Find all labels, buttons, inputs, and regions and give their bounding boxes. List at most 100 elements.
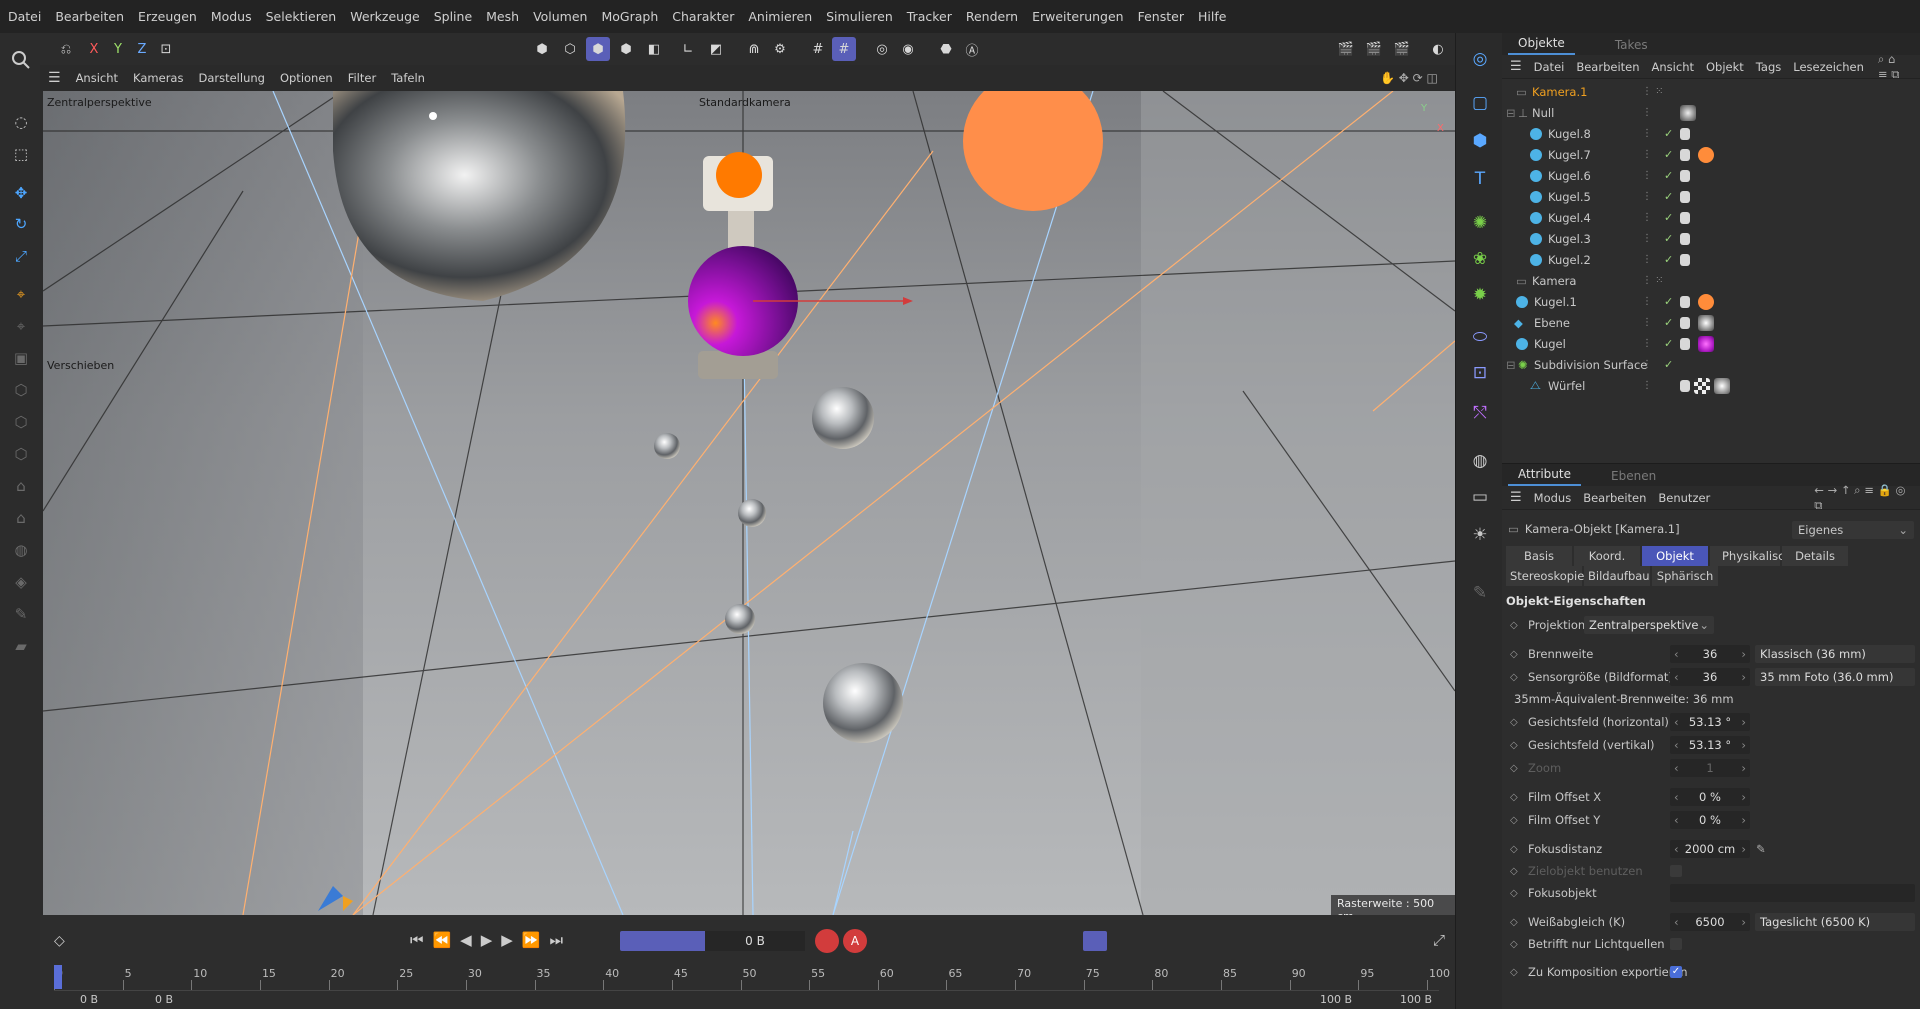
tab-takes[interactable]: Takes xyxy=(1605,35,1658,55)
object-row-kugel4[interactable]: Kugel.4 ⋮ ✓ xyxy=(1502,207,1920,228)
render-picture-viewer-icon[interactable]: 🎬 xyxy=(1362,37,1386,61)
points-mode-button[interactable]: ⬢ xyxy=(530,37,554,61)
fov-horizontal-field[interactable]: 53.13 ° xyxy=(1670,713,1750,731)
object-row-subdivision-surface[interactable]: ⊟ ✺ Subdivision Surface ⋮ ✓ xyxy=(1502,354,1920,375)
texture-tag[interactable] xyxy=(1680,316,1690,329)
viewport-menu-darstellung[interactable]: Darstellung xyxy=(198,71,264,85)
objects-toolbar-icons[interactable]: ⌕ ⌂ ≡ ⧉ xyxy=(1878,52,1908,82)
texture-tag[interactable] xyxy=(1680,379,1690,392)
texture-tag[interactable] xyxy=(1680,337,1690,350)
texture-tag[interactable] xyxy=(1680,232,1690,245)
render-view-icon[interactable]: 🎬 xyxy=(1334,37,1358,61)
autokey-button[interactable]: A xyxy=(843,929,867,953)
object-row-ebene[interactable]: ◆ Ebene ⋮ ✓ xyxy=(1502,312,1920,333)
fov-vertical-field[interactable]: 53.13 ° xyxy=(1670,736,1750,754)
move-tool-icon[interactable]: ✥ xyxy=(8,180,34,206)
search-icon[interactable] xyxy=(8,47,34,73)
eyedropper-icon[interactable]: ✎ xyxy=(1756,842,1766,856)
workplane-icon[interactable]: ◍ xyxy=(8,537,34,563)
texture-tag[interactable] xyxy=(1680,253,1690,266)
keyframe-diamond-icon[interactable]: ◇ xyxy=(1510,917,1518,928)
checker-tag[interactable] xyxy=(1694,377,1710,394)
tab-details[interactable]: Details xyxy=(1782,546,1848,566)
texture-tag[interactable] xyxy=(1680,295,1690,308)
rotate-tool-icon[interactable]: ↻ xyxy=(8,211,34,237)
objects-menu-lesezeichen[interactable]: Lesezeichen xyxy=(1793,60,1864,74)
attributes-menu-bearbeiten[interactable]: Bearbeiten xyxy=(1583,491,1646,505)
object-row-kugel3[interactable]: Kugel.3 ⋮ ✓ xyxy=(1502,228,1920,249)
end-frame-2-field[interactable]: 100 B xyxy=(1400,993,1432,1006)
scale-tool-icon[interactable]: ⤢ xyxy=(8,243,34,269)
sensor-size-field[interactable]: 36 xyxy=(1670,668,1750,686)
attributes-menu-benutzer[interactable]: Benutzer xyxy=(1658,491,1710,505)
object-row-wuerfel[interactable]: ⧍ Würfel ⋮ xyxy=(1502,375,1920,396)
start-frame-2-field[interactable]: 0 B xyxy=(155,993,173,1006)
camera-icon[interactable]: ▭ xyxy=(1466,483,1494,511)
polygons-mode-icon[interactable]: ⬡ xyxy=(8,441,34,467)
loop-toggle[interactable] xyxy=(620,931,710,951)
texture-tag[interactable] xyxy=(1680,190,1690,203)
viewport-mode-icon[interactable]: ◐ xyxy=(1426,37,1450,61)
menu-animieren[interactable]: Animieren xyxy=(748,9,812,24)
axis-mode-button[interactable]: ∟ xyxy=(676,37,700,61)
object-row-kugel6[interactable]: Kugel.6 ⋮ ✓ xyxy=(1502,165,1920,186)
keyframe-diamond-icon[interactable]: ◇ xyxy=(1510,649,1518,660)
focus-object-link-field[interactable] xyxy=(1670,884,1915,902)
object-row-kugel8[interactable]: Kugel.8 ⋮ ✓ xyxy=(1502,123,1920,144)
sculpt-icon[interactable]: ▰ xyxy=(8,633,34,659)
text-icon[interactable]: T xyxy=(1466,165,1494,193)
cube-icon[interactable]: ⬢ xyxy=(1466,127,1494,155)
generator-icon[interactable]: ✺ xyxy=(1466,209,1494,237)
white-balance-field[interactable]: 6500 xyxy=(1670,913,1750,931)
pen-icon[interactable]: ✎ xyxy=(1466,579,1494,607)
film-offset-y-field[interactable]: 0 % xyxy=(1670,811,1750,829)
objects-menu-ansicht[interactable]: Ansicht xyxy=(1652,60,1694,74)
menu-selektieren[interactable]: Selektieren xyxy=(266,9,337,24)
x-axis-toggle[interactable]: X xyxy=(82,37,106,61)
menu-erweiterungen[interactable]: Erweiterungen xyxy=(1032,9,1124,24)
viewport-nav-icons[interactable]: ✋ ✥ ⟳ ◫ xyxy=(1380,71,1438,85)
keyframe-diamond-icon[interactable]: ◇ xyxy=(1510,815,1518,826)
menu-simulieren[interactable]: Simulieren xyxy=(826,9,893,24)
menu-tracker[interactable]: Tracker xyxy=(907,9,952,24)
polygons-mode-button[interactable]: ⬢ xyxy=(586,37,610,61)
record-button[interactable] xyxy=(815,929,839,953)
keyframe-diamond-icon[interactable]: ◇ xyxy=(1510,717,1518,728)
texture-axis-button[interactable]: ◩ xyxy=(704,37,728,61)
attributes-hamburger-icon[interactable]: ☰ xyxy=(1510,490,1522,505)
object-row-kamera1[interactable]: ▭ Kamera.1 ⋮ ⁙ xyxy=(1502,81,1920,102)
material-tag[interactable] xyxy=(1714,377,1730,394)
menu-spline[interactable]: Spline xyxy=(434,9,472,24)
playhead[interactable] xyxy=(54,965,62,989)
coordinate-system-toggle[interactable]: ⊡ xyxy=(154,37,178,61)
object-row-kugel5[interactable]: Kugel.5 ⋮ ✓ xyxy=(1502,186,1920,207)
film-offset-x-field[interactable]: 0 % xyxy=(1670,788,1750,806)
objects-menu-tags[interactable]: Tags xyxy=(1756,60,1781,74)
timeline-ruler[interactable]: 0510152025303540455055606570758085909510… xyxy=(54,965,1450,991)
menu-hilfe[interactable]: Hilfe xyxy=(1198,9,1226,24)
objects-menu-datei[interactable]: Datei xyxy=(1534,60,1565,74)
tab-stereoskopie[interactable]: Stereoskopie xyxy=(1506,566,1584,586)
field-icon[interactable]: ⊡ xyxy=(1466,359,1494,387)
focus-distance-field[interactable]: 2000 cm xyxy=(1670,840,1750,858)
object-row-kugel1[interactable]: Kugel.1 ⋮ ✓ xyxy=(1502,291,1920,312)
keyframe-icon[interactable]: ◇ xyxy=(54,933,65,949)
material-tag[interactable] xyxy=(1698,314,1714,331)
physics-icon[interactable]: ⬣ xyxy=(934,37,958,61)
menu-mograph[interactable]: MoGraph xyxy=(601,9,658,24)
motion-mode-toggle[interactable] xyxy=(1083,931,1107,951)
material-tag[interactable] xyxy=(1698,146,1714,163)
object-row-kugel[interactable]: Kugel ⋮ ✓ xyxy=(1502,333,1920,354)
paint-icon[interactable]: Ⓐ xyxy=(960,37,984,61)
snap-settings-icon[interactable]: ⚙ xyxy=(768,37,792,61)
menu-bearbeiten[interactable]: Bearbeiten xyxy=(55,9,124,24)
tab-basis[interactable]: Basis xyxy=(1506,546,1572,566)
tab-ebenen[interactable]: Ebenen xyxy=(1601,466,1666,486)
volume-icon[interactable]: ⬭ xyxy=(1466,323,1494,351)
camera-label[interactable]: Standardkamera xyxy=(699,96,791,109)
menu-modus[interactable]: Modus xyxy=(211,9,252,24)
objects-menu-objekt[interactable]: Objekt xyxy=(1706,60,1744,74)
sensor-size-preset[interactable]: 35 mm Foto (36.0 mm) xyxy=(1755,668,1915,686)
lights-only-checkbox[interactable] xyxy=(1670,938,1682,950)
keyframe-diamond-icon[interactable]: ◇ xyxy=(1510,888,1518,899)
